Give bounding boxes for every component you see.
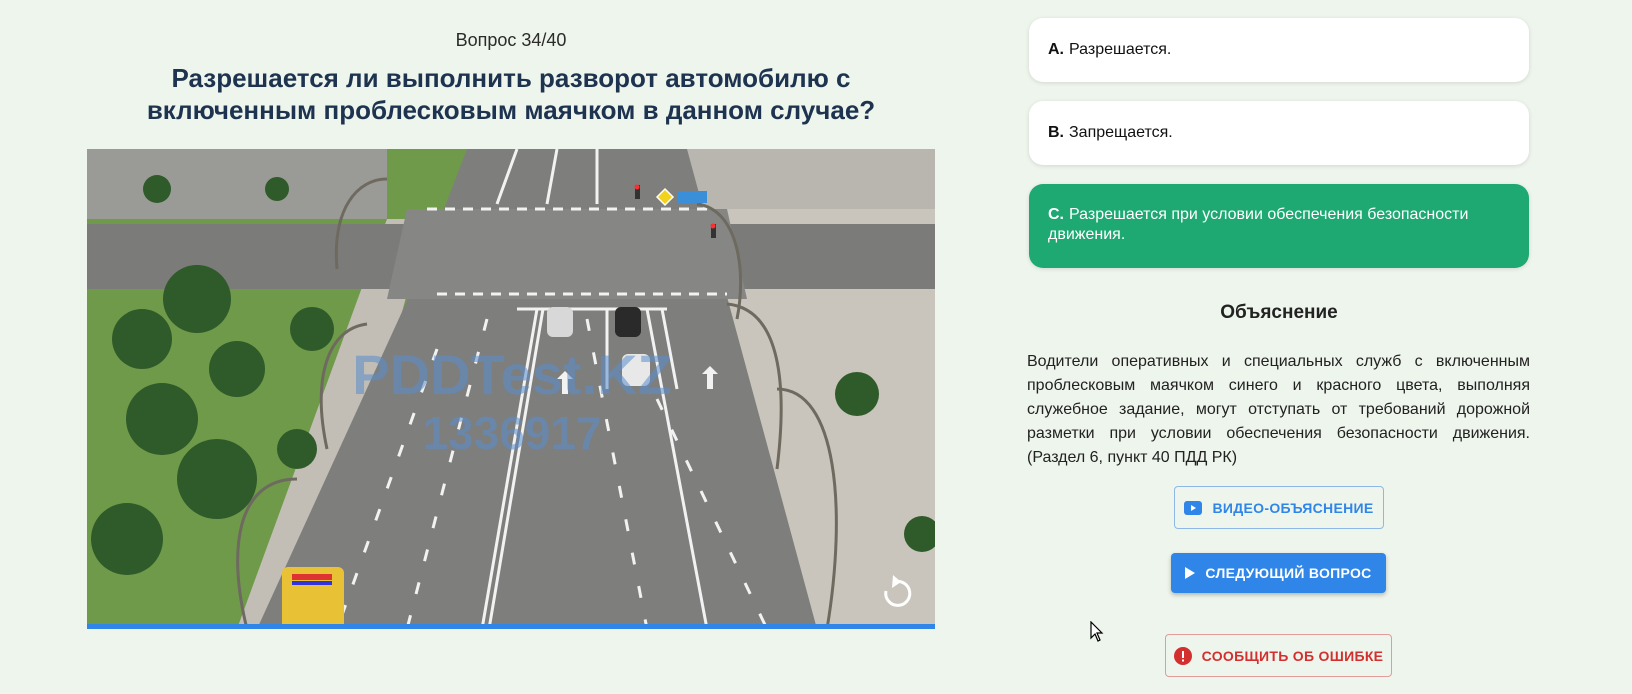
answer-a-letter: A. (1048, 41, 1064, 58)
answer-a-text: Разрешается. (1069, 41, 1172, 58)
answer-b-letter: B. (1048, 124, 1064, 141)
answer-c[interactable]: C. Разрешается при условии обеспечения бе… (1029, 184, 1529, 268)
watermark-id: 1336917 (422, 407, 601, 459)
explanation-text: Водители оперативных и специальных служб… (1027, 353, 1530, 466)
play-icon (1185, 567, 1196, 579)
answer-c-letter: C. (1048, 206, 1064, 223)
building-plaza (677, 149, 935, 209)
video-explanation-button[interactable]: ВИДЕО-ОБЪЯСНЕНИЕ (1174, 486, 1384, 529)
answer-a[interactable]: A. Разрешается. (1029, 18, 1529, 82)
answer-b[interactable]: B. Запрещается. (1029, 101, 1529, 165)
question-video[interactable]: PDDTest.KZ 1336917 (87, 149, 935, 629)
next-question-label: СЛЕДУЮЩИЙ ВОПРОС (1205, 565, 1372, 581)
answer-b-text: Запрещается. (1069, 124, 1173, 141)
answer-c-text: Разрешается при условии обеспечения безо… (1048, 206, 1469, 243)
question-counter: Вопрос 34/40 (455, 30, 567, 50)
mouse-cursor-icon (1090, 621, 1104, 642)
intersection (387, 209, 747, 299)
next-question-button[interactable]: СЛЕДУЮЩИЙ ВОПРОС (1171, 553, 1386, 593)
explanation-title: Объяснение (1220, 302, 1338, 323)
watermark-site: PDDTest.KZ (352, 343, 671, 406)
report-error-button[interactable]: СООБЩИТЬ ОБ ОШИБКЕ (1165, 634, 1392, 677)
video-progress-bar[interactable] (87, 624, 935, 629)
video-explanation-label: ВИДЕО-ОБЪЯСНЕНИЕ (1212, 499, 1374, 516)
report-error-label: СООБЩИТЬ ОБ ОШИБКЕ (1201, 647, 1384, 664)
answer-c-content: C. Разрешается при условии обеспечения бе… (1048, 205, 1510, 245)
question-text: Разрешается ли выполнить разворот автомо… (146, 63, 876, 125)
youtube-icon (1184, 500, 1203, 515)
parking-lot (87, 149, 387, 219)
error-icon (1173, 646, 1192, 665)
